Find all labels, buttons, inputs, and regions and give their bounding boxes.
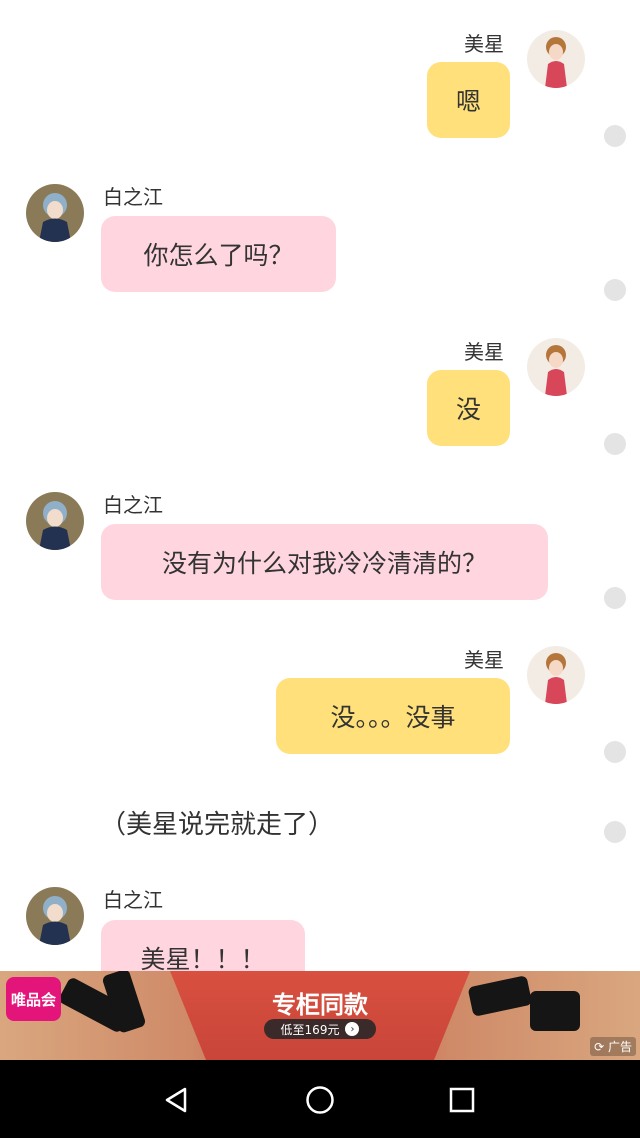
- avatar-meixing[interactable]: [527, 646, 585, 704]
- sender-name: 白之江: [103, 185, 163, 209]
- narration-text: （美星说完就走了）: [100, 810, 335, 840]
- chat-area[interactable]: 美星 嗯 白之江 你怎么了吗？ 美星 没 白之江 没有为什么对我冷冷清清的？ 美…: [0, 0, 640, 971]
- price-pill[interactable]: 低至169元 ›: [264, 1019, 376, 1039]
- status-dot: [604, 433, 626, 455]
- ad-title: 专柜同款: [272, 991, 368, 1019]
- home-icon[interactable]: [304, 1084, 336, 1116]
- ad-tag-label: 广告: [607, 1040, 632, 1054]
- ad-banner[interactable]: 唯品会 专柜同款 低至169元 › ⟳ 广告: [0, 971, 640, 1060]
- sender-name: 美星: [464, 32, 504, 56]
- avatar-baizhijiang[interactable]: [26, 184, 84, 242]
- avatar-meixing[interactable]: [527, 30, 585, 88]
- avatar-baizhijiang[interactable]: [26, 887, 84, 945]
- ad-tag[interactable]: ⟳ 广告: [590, 1037, 636, 1056]
- status-dot: [604, 741, 626, 763]
- avatar-meixing[interactable]: [527, 338, 585, 396]
- message-bubble[interactable]: 你怎么了吗？: [101, 216, 336, 292]
- sender-name: 白之江: [103, 493, 163, 517]
- sender-name: 美星: [464, 648, 504, 672]
- status-dot: [604, 587, 626, 609]
- message-bubble[interactable]: 没有为什么对我冷冷清清的？: [101, 524, 548, 600]
- sender-name: 美星: [464, 340, 504, 364]
- system-navigation-bar: [0, 1060, 640, 1138]
- arrow-right-icon: ›: [345, 1022, 360, 1036]
- message-bubble[interactable]: 没。。。没事: [276, 678, 510, 754]
- avatar-baizhijiang[interactable]: [26, 492, 84, 550]
- sender-name: 白之江: [103, 888, 163, 912]
- price-text: 低至169元: [280, 1022, 340, 1037]
- back-icon[interactable]: [160, 1084, 192, 1116]
- status-dot: [604, 125, 626, 147]
- recents-icon[interactable]: [446, 1084, 478, 1116]
- status-dot: [604, 821, 626, 843]
- refresh-icon: ⟳: [594, 1040, 605, 1054]
- message-bubble[interactable]: 嗯: [427, 62, 510, 138]
- status-dot: [604, 279, 626, 301]
- message-bubble[interactable]: 没: [427, 370, 510, 446]
- message-bubble[interactable]: 美星！！！: [101, 920, 305, 971]
